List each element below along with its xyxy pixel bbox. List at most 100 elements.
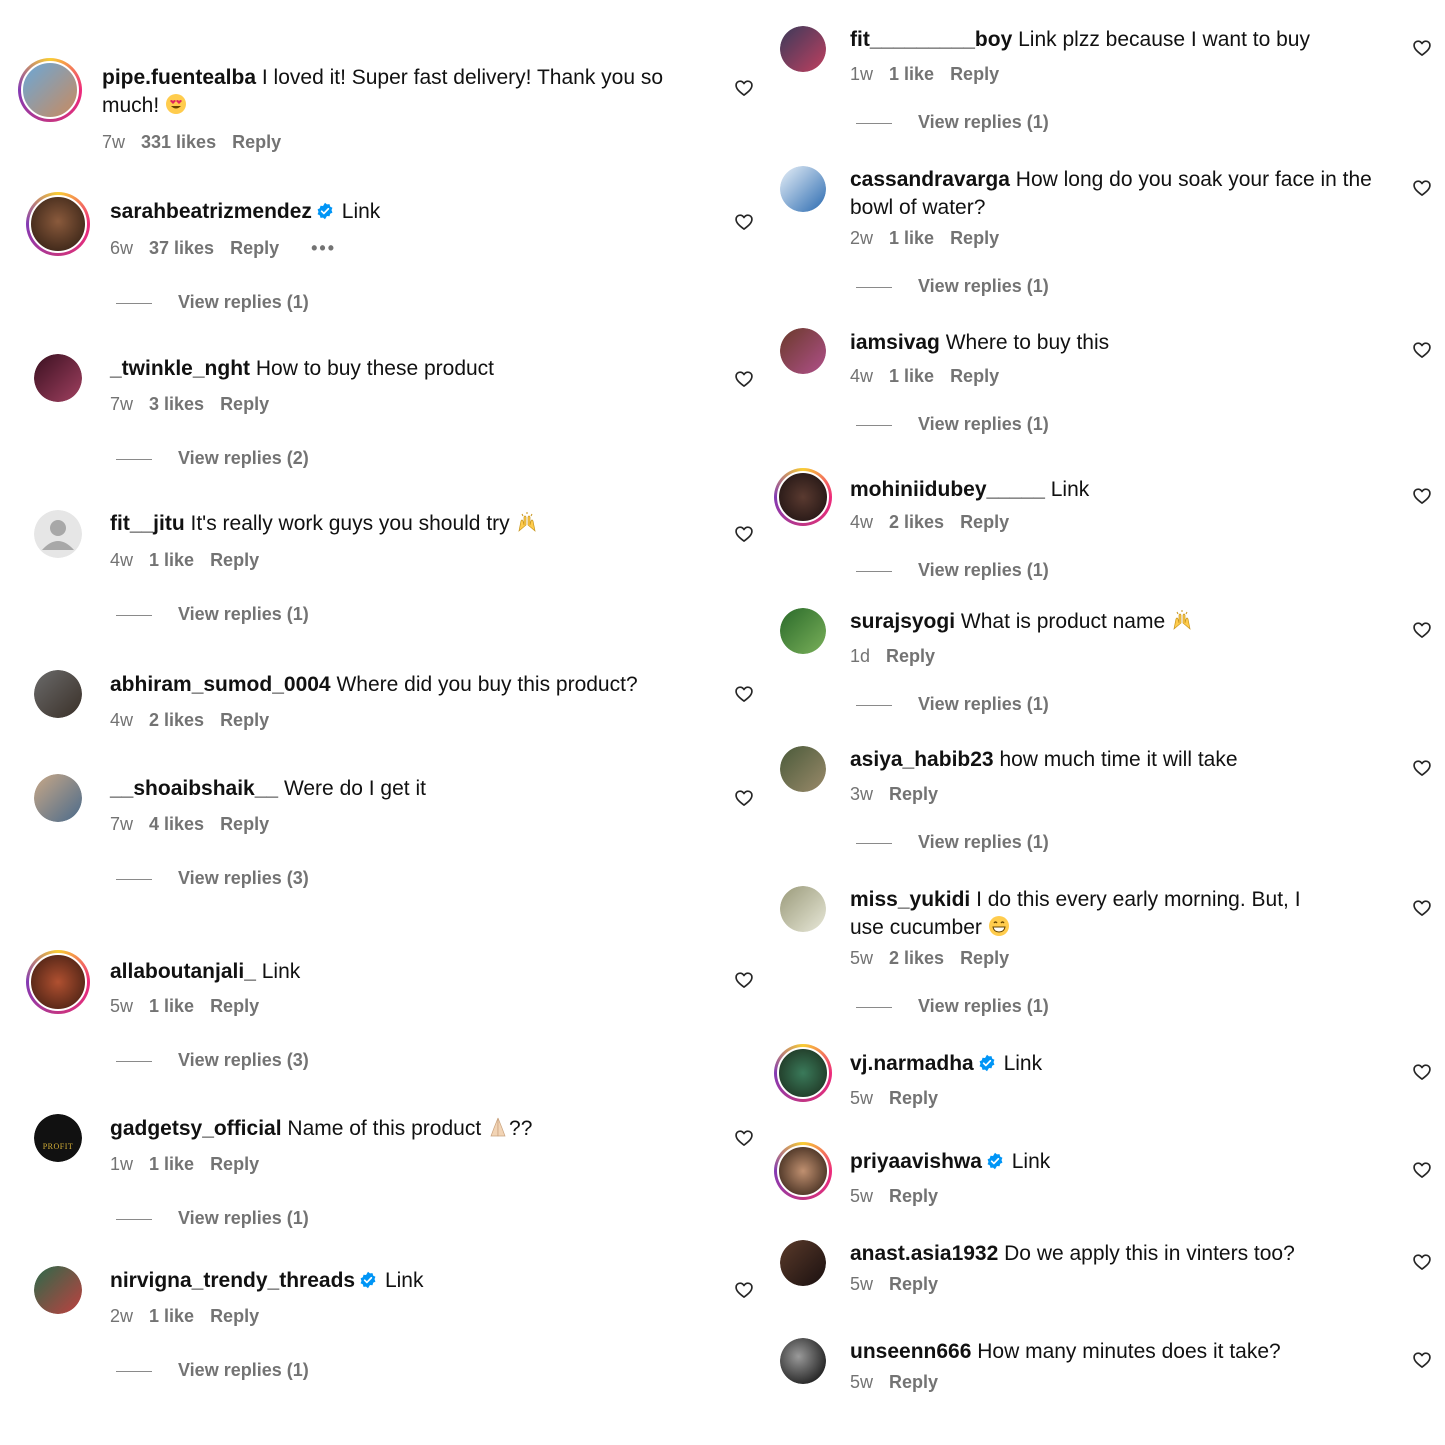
likes-count[interactable]: 2 likes xyxy=(889,948,944,968)
avatar[interactable] xyxy=(34,354,82,402)
comment-body[interactable]: Link xyxy=(1012,1150,1051,1173)
like-heart-icon[interactable] xyxy=(734,970,754,990)
comment-username[interactable]: sarahbeatrizmendez xyxy=(110,200,312,223)
reply-button[interactable]: Reply xyxy=(210,1154,259,1174)
avatar[interactable] xyxy=(774,468,832,526)
like-heart-icon[interactable] xyxy=(734,1280,754,1300)
comment-body[interactable]: Link xyxy=(385,1269,424,1292)
more-options-button[interactable]: ••• xyxy=(311,238,336,258)
reply-button[interactable]: Reply xyxy=(210,996,259,1016)
avatar[interactable] xyxy=(34,774,82,822)
like-heart-icon[interactable] xyxy=(1412,38,1432,58)
like-heart-icon[interactable] xyxy=(1412,1160,1432,1180)
like-heart-icon[interactable] xyxy=(734,788,754,808)
avatar[interactable] xyxy=(780,746,826,792)
avatar[interactable] xyxy=(26,950,90,1014)
reply-button[interactable]: Reply xyxy=(960,948,1009,968)
view-replies-button[interactable]: View replies (1) xyxy=(116,1208,309,1229)
comment-body[interactable]: Link xyxy=(1004,1052,1043,1075)
view-replies-button[interactable]: View replies (3) xyxy=(116,1050,309,1071)
comment-username[interactable]: iamsivag xyxy=(850,331,940,354)
view-replies-button[interactable]: View replies (1) xyxy=(856,832,1049,853)
avatar[interactable] xyxy=(780,328,826,374)
likes-count[interactable]: 1 like xyxy=(889,64,934,84)
comment-username[interactable]: cassandravarga xyxy=(850,168,1010,191)
reply-button[interactable]: Reply xyxy=(889,784,938,804)
reply-button[interactable]: Reply xyxy=(232,132,281,152)
view-replies-button[interactable]: View replies (1) xyxy=(116,604,309,625)
comment-username[interactable]: anast.asia1932 xyxy=(850,1242,998,1265)
comment-username[interactable]: fit__jitu xyxy=(110,512,185,535)
avatar[interactable] xyxy=(34,670,82,718)
likes-count[interactable]: 3 likes xyxy=(149,394,204,414)
reply-button[interactable]: Reply xyxy=(889,1274,938,1294)
likes-count[interactable]: 1 like xyxy=(149,996,194,1016)
reply-button[interactable]: Reply xyxy=(220,394,269,414)
like-heart-icon[interactable] xyxy=(734,684,754,704)
avatar[interactable] xyxy=(774,1044,832,1102)
avatar[interactable] xyxy=(774,1142,832,1200)
comment-username[interactable]: pipe.fuentealba xyxy=(102,66,256,89)
likes-count[interactable]: 331 likes xyxy=(141,132,216,152)
comment-username[interactable]: gadgetsy_official xyxy=(110,1117,282,1140)
view-replies-button[interactable]: View replies (1) xyxy=(856,112,1049,133)
likes-count[interactable]: 2 likes xyxy=(889,512,944,532)
comment-username[interactable]: __shoaibshaik__ xyxy=(110,777,278,800)
reply-button[interactable]: Reply xyxy=(210,550,259,570)
like-heart-icon[interactable] xyxy=(734,369,754,389)
likes-count[interactable]: 2 likes xyxy=(149,710,204,730)
like-heart-icon[interactable] xyxy=(734,212,754,232)
like-heart-icon[interactable] xyxy=(734,1128,754,1148)
likes-count[interactable]: 4 likes xyxy=(149,814,204,834)
view-replies-button[interactable]: View replies (1) xyxy=(856,694,1049,715)
view-replies-button[interactable]: View replies (1) xyxy=(116,1360,309,1381)
like-heart-icon[interactable] xyxy=(1412,758,1432,778)
reply-button[interactable]: Reply xyxy=(220,710,269,730)
reply-button[interactable]: Reply xyxy=(889,1186,938,1206)
view-replies-button[interactable]: View replies (2) xyxy=(116,448,309,469)
reply-button[interactable]: Reply xyxy=(886,646,935,666)
avatar[interactable]: PROFIT xyxy=(34,1114,82,1162)
comment-username[interactable]: unseenn666 xyxy=(850,1340,971,1363)
likes-count[interactable]: 1 like xyxy=(889,228,934,248)
comment-username[interactable]: _twinkle_nght xyxy=(110,357,250,380)
comment-username[interactable]: nirvigna_trendy_threads xyxy=(110,1269,355,1292)
like-heart-icon[interactable] xyxy=(1412,898,1432,918)
like-heart-icon[interactable] xyxy=(1412,178,1432,198)
avatar[interactable] xyxy=(780,886,826,932)
avatar[interactable] xyxy=(780,26,826,72)
like-heart-icon[interactable] xyxy=(734,78,754,98)
comment-username[interactable]: vj.narmadha xyxy=(850,1052,974,1075)
view-replies-button[interactable]: View replies (1) xyxy=(116,292,309,313)
comment-username[interactable]: mohiniidubey_____ xyxy=(850,478,1045,501)
comment-username[interactable]: allaboutanjali_ xyxy=(110,960,256,983)
reply-button[interactable]: Reply xyxy=(889,1372,938,1392)
avatar[interactable] xyxy=(26,192,90,256)
like-heart-icon[interactable] xyxy=(734,524,754,544)
reply-button[interactable]: Reply xyxy=(230,238,279,258)
reply-button[interactable]: Reply xyxy=(950,228,999,248)
reply-button[interactable]: Reply xyxy=(950,366,999,386)
reply-button[interactable]: Reply xyxy=(210,1306,259,1326)
view-replies-button[interactable]: View replies (1) xyxy=(856,560,1049,581)
comment-username[interactable]: surajsyogi xyxy=(850,610,955,633)
view-replies-button[interactable]: View replies (1) xyxy=(856,276,1049,297)
comment-username[interactable]: priyaavishwa xyxy=(850,1150,982,1173)
comment-username[interactable]: asiya_habib23 xyxy=(850,748,994,771)
comment-body[interactable]: Link xyxy=(342,200,381,223)
reply-button[interactable]: Reply xyxy=(220,814,269,834)
avatar[interactable] xyxy=(780,166,826,212)
avatar[interactable] xyxy=(34,1266,82,1314)
comment-username[interactable]: fit_________boy xyxy=(850,28,1012,51)
view-replies-button[interactable]: View replies (3) xyxy=(116,868,309,889)
comment-body[interactable]: Link xyxy=(262,960,301,983)
avatar[interactable] xyxy=(780,608,826,654)
avatar[interactable] xyxy=(780,1240,826,1286)
comment-username[interactable]: abhiram_sumod_0004 xyxy=(110,673,331,696)
like-heart-icon[interactable] xyxy=(1412,340,1432,360)
like-heart-icon[interactable] xyxy=(1412,620,1432,640)
avatar[interactable] xyxy=(18,58,82,122)
likes-count[interactable]: 37 likes xyxy=(149,238,214,258)
likes-count[interactable]: 1 like xyxy=(149,550,194,570)
like-heart-icon[interactable] xyxy=(1412,1062,1432,1082)
